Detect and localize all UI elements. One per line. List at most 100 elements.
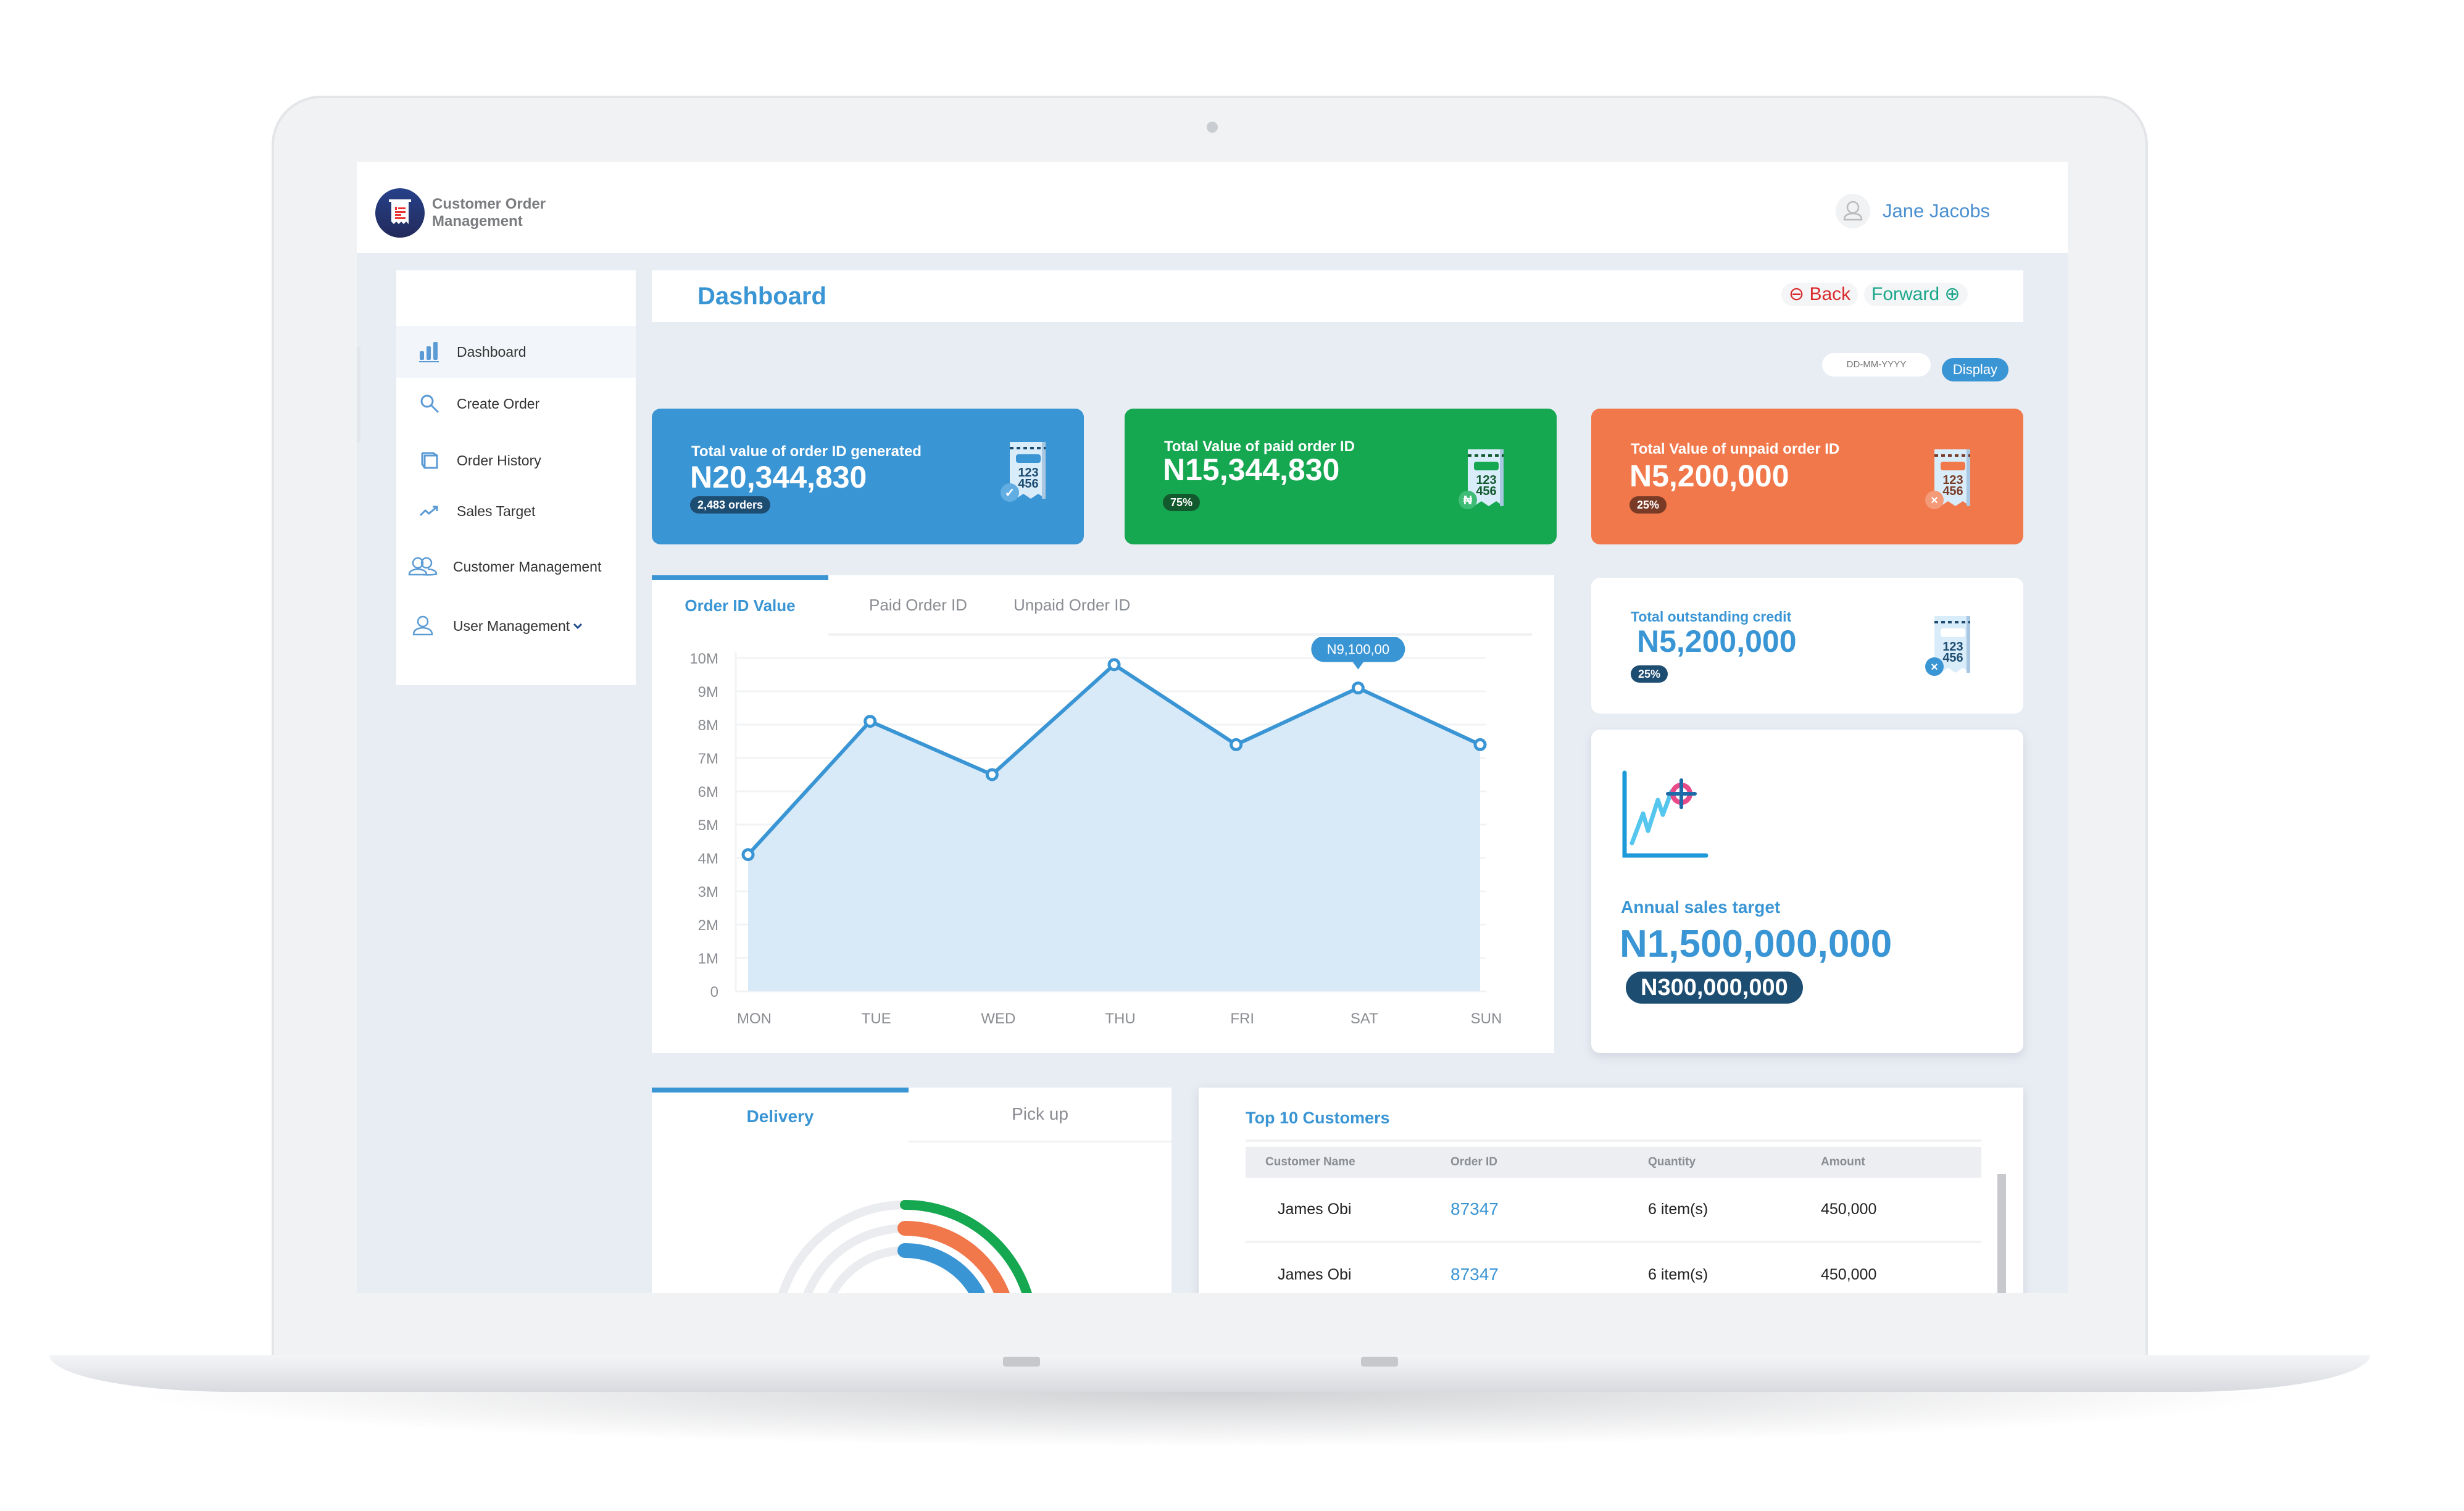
- column-header[interactable]: Amount: [1821, 1147, 1981, 1178]
- top-header: Customer Order Management Jane Jacobs: [357, 162, 2068, 253]
- page-header: Dashboard ⊖ Back Forward ⊕: [652, 270, 2023, 322]
- trend-up-icon: [416, 497, 443, 525]
- divider: [1246, 1139, 1981, 1142]
- kpi-badge: 25%: [1629, 496, 1667, 514]
- app-name-line1: Customer Order: [432, 196, 546, 212]
- y-tick-label: 10M: [689, 651, 718, 667]
- top-customers-panel: Top 10 Customers Customer Name Order ID …: [1199, 1088, 2023, 1293]
- table-row[interactable]: James Obi 87347 6 item(s) 450,000: [1246, 1242, 1981, 1293]
- sales-target-label: Annual sales target: [1621, 897, 1781, 917]
- svg-text:456: 456: [1476, 485, 1496, 498]
- app-name-line2: Management: [432, 213, 523, 230]
- laptop-camera: [1207, 122, 1218, 133]
- tab-paid-order-id[interactable]: Paid Order ID: [869, 575, 967, 635]
- table-header-row: Customer Name Order ID Quantity Amount: [1246, 1147, 1981, 1178]
- table-row[interactable]: James Obi 87347 6 item(s) 450,000: [1246, 1178, 1981, 1243]
- outstanding-credit-card[interactable]: Total outstanding credit N5,200,000 25% …: [1591, 578, 2023, 714]
- sidebar-item-label: Sales Target: [457, 502, 536, 519]
- order-id-link[interactable]: 87347: [1451, 1178, 1648, 1243]
- table-scrollbar[interactable]: [1997, 1174, 2006, 1293]
- arrow-right-circle-icon: ⊕: [1944, 284, 1960, 304]
- display-button[interactable]: Display: [1942, 358, 2008, 381]
- kpi-badge: 75%: [1163, 494, 1201, 511]
- svg-text:456: 456: [1942, 651, 1963, 665]
- y-tick-label: 2M: [698, 917, 718, 934]
- delivery-radial-chart: [778, 1200, 1032, 1293]
- users-icon: [406, 553, 439, 580]
- user-icon: [406, 612, 439, 639]
- customer-name: James Obi: [1246, 1242, 1451, 1293]
- y-tick-label: 3M: [698, 884, 718, 901]
- app-logo[interactable]: [375, 188, 425, 238]
- customers-table: Customer Name Order ID Quantity Amount J…: [1246, 1147, 1981, 1293]
- kpi-card-paid-orders[interactable]: Total Value of paid order ID N15,344,830…: [1125, 409, 1557, 544]
- back-label: Back: [1809, 284, 1851, 304]
- sidebar-item-create-order[interactable]: Create Order: [396, 378, 636, 430]
- top-customers-title: Top 10 Customers: [1246, 1109, 1390, 1127]
- user-name[interactable]: Jane Jacobs: [1883, 200, 1990, 222]
- y-tick-label: 7M: [698, 751, 718, 767]
- y-tick-label: 9M: [698, 684, 718, 701]
- x-tick-label: SUN: [1471, 1010, 1502, 1027]
- column-header[interactable]: Order ID: [1451, 1147, 1648, 1178]
- x-tick-label: SAT: [1351, 1010, 1378, 1027]
- data-point: [1351, 681, 1365, 695]
- kpi-card-total-orders[interactable]: Total value of order ID generated N20,34…: [652, 409, 1084, 544]
- y-tick-label: 5M: [698, 817, 718, 834]
- sidebar-item-sales-target[interactable]: Sales Target: [396, 485, 636, 537]
- user-avatar[interactable]: [1836, 194, 1870, 228]
- tab-order-id-value[interactable]: Order ID Value: [652, 575, 828, 639]
- chevron-down-icon[interactable]: [572, 622, 583, 630]
- tab-divider: [828, 633, 1532, 636]
- credit-value: N5,200,000: [1637, 624, 1797, 659]
- order-id-link[interactable]: 87347: [1451, 1242, 1648, 1293]
- y-tick-label: 6M: [698, 784, 718, 801]
- receipt-check-icon: 123 456 ✓: [1000, 439, 1051, 507]
- column-header[interactable]: Quantity: [1648, 1147, 1821, 1178]
- y-tick-label: 8M: [698, 717, 718, 734]
- sidebar-item-customer-management[interactable]: Customer Management: [396, 541, 636, 593]
- svg-text:456: 456: [1018, 477, 1038, 491]
- amount: 450,000: [1821, 1178, 1981, 1243]
- kpi-value: N5,200,000: [1629, 459, 1789, 493]
- tab-pick-up[interactable]: Pick up: [909, 1088, 1172, 1143]
- sidebar-item-label: Order History: [457, 452, 541, 468]
- x-tick-label: WED: [981, 1010, 1015, 1027]
- user-icon: [1843, 201, 1863, 221]
- forward-button[interactable]: Forward ⊕: [1864, 283, 1968, 306]
- laptop-base: [49, 1355, 2370, 1392]
- kpi-badge: 2,483 orders: [690, 496, 771, 514]
- receipt-logo-icon: [389, 199, 411, 224]
- laptop-shadow: [123, 1392, 2296, 1447]
- data-point: [1107, 658, 1121, 672]
- x-tick-label: THU: [1105, 1010, 1135, 1027]
- sidebar-item-user-management[interactable]: User Management: [396, 600, 636, 652]
- sidebar-item-label: User Management: [453, 617, 570, 634]
- sales-target-card[interactable]: Annual sales target N1,500,000,000 N300,…: [1591, 730, 2023, 1053]
- tab-delivery[interactable]: Delivery: [652, 1088, 909, 1146]
- receipt-x-icon: 123 456 ×: [1925, 447, 1975, 515]
- back-button[interactable]: ⊖ Back: [1781, 283, 1858, 306]
- receipt-x-icon: 123 456 ×: [1925, 614, 1975, 681]
- sidebar-item-order-history[interactable]: Order History: [396, 435, 636, 486]
- box-icon: [416, 447, 443, 474]
- sales-target-chart-icon: [1622, 770, 1709, 858]
- data-point: [1473, 738, 1487, 751]
- quantity: 6 item(s): [1648, 1242, 1821, 1293]
- svg-text:✓: ✓: [1005, 486, 1015, 500]
- date-input[interactable]: [1822, 353, 1931, 377]
- column-header[interactable]: Customer Name: [1246, 1147, 1451, 1178]
- tab-unpaid-order-id[interactable]: Unpaid Order ID: [1013, 575, 1130, 635]
- svg-text:×: ×: [1931, 494, 1938, 507]
- svg-text:₦: ₦: [1463, 494, 1473, 507]
- sidebar-item-dashboard[interactable]: Dashboard: [396, 326, 636, 378]
- forward-label: Forward: [1871, 284, 1940, 304]
- sidebar-scrollbar[interactable]: [357, 347, 360, 443]
- tooltip-text: N9,100,00: [1327, 642, 1390, 657]
- kpi-card-unpaid-orders[interactable]: Total Value of unpaid order ID N5,200,00…: [1591, 409, 2023, 544]
- area-fill: [748, 664, 1480, 991]
- bar-chart-icon: [416, 338, 443, 365]
- sidebar-item-label: Customer Management: [453, 558, 602, 575]
- sidebar-item-label: Create Order: [457, 395, 540, 412]
- sales-target-badge: N300,000,000: [1626, 972, 1803, 1004]
